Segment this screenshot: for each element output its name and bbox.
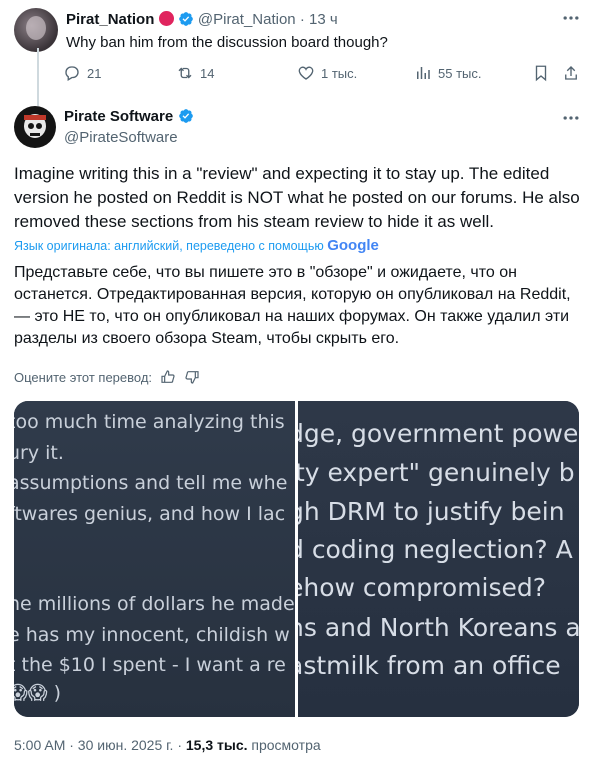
views-count: 15,3 тыс. [185,737,248,753]
handle[interactable]: @Pirat_Nation [198,11,296,28]
tweet-meta: 5:00 AM · 30 июн. 2025 г. · 15,3 тыс. пр… [14,737,321,753]
media-text-line: gh DRM to justify bein [298,497,565,526]
views-count: 55 тыс. [438,65,482,81]
heart-icon [298,66,314,80]
media-text-line: ity expert" genuinely b [298,458,575,487]
display-name[interactable]: Pirate Software [64,108,173,125]
share-icon[interactable] [562,64,580,87]
translated-text: Представьте себе, что вы пишете это в "о… [14,264,571,347]
rate-translation-label: Оцените этот перевод: [14,369,153,385]
timestamp[interactable]: 5:00 AM · 30 июн. 2025 г. [14,737,173,753]
main-header: Pirate Software [64,108,194,126]
repost-button[interactable]: 14 [176,64,214,82]
reply-text: Why ban him from the discussion board th… [66,34,388,51]
red-badge-icon [158,11,174,26]
repost-icon [178,67,192,79]
thumbs-down-icon[interactable] [184,369,200,385]
views-label: просмотра [251,737,321,753]
repost-count: 14 [200,65,215,81]
like-count: 1 тыс. [321,65,358,81]
media-text-line: d coding neglection? A [298,535,573,564]
avatar[interactable] [14,8,58,52]
rate-translation: Оцените этот перевод: [14,369,200,385]
media-text-line: t the $10 I spent - I want a re [14,654,286,676]
views-button[interactable]: 55 тыс. [414,64,481,82]
thumbs-up-icon[interactable] [160,369,176,385]
display-name[interactable]: Pirat_Nation [66,11,154,28]
media-text-line: he millions of dollars he made [14,593,295,615]
bookmark-icon[interactable] [532,64,550,87]
media-image-right[interactable]: dge, government powe ity expert" genuine… [298,401,579,717]
views-icon [417,67,430,79]
translation-note-text[interactable]: Язык оригинала: английский, переведено с… [14,239,324,253]
media-text-line: dge, government powe [298,419,579,448]
media-text-line: e has my innocent, childish w [14,624,290,646]
media-text-line: assumptions and tell me whe [14,472,288,494]
like-button[interactable]: 1 тыс. [297,64,357,82]
thread-line [37,48,39,106]
media-text-line: ftwares genius, and how I lac [14,503,286,525]
reply-header: Pirat_Nation @Pirat_Nation · 13 ч [66,11,338,28]
translation-note: Язык оригинала: английский, переведено с… [14,237,379,254]
reply-icon [65,66,79,81]
skull-icon [24,114,46,138]
verified-icon [178,12,193,26]
reply-button[interactable]: 21 [63,64,101,82]
tweet-text: Imagine writing this in a "review" and e… [14,164,580,231]
separator: · [299,11,305,28]
reply-count: 21 [87,65,102,81]
media-text-line: 😱😱 ) [14,682,62,704]
media-image-left[interactable]: too much time analyzing this ury it. ass… [14,401,295,717]
media-text-line: ehow compromised? [298,573,547,602]
avatar[interactable] [14,106,56,148]
verified-icon [178,109,193,123]
tweet-media[interactable]: too much time analyzing this ury it. ass… [14,401,579,717]
time-ago[interactable]: 13 ч [309,11,338,28]
media-text-line: too much time analyzing this [14,411,285,433]
media-text-line: astmilk from an office [298,651,561,680]
handle[interactable]: @PirateSoftware [64,129,178,146]
more-options-icon[interactable] [561,108,581,128]
media-text-line: ns and North Koreans a [298,613,579,642]
google-logo: Google [327,237,379,254]
media-text-line: ury it. [14,442,64,464]
more-options-icon[interactable] [561,8,581,28]
